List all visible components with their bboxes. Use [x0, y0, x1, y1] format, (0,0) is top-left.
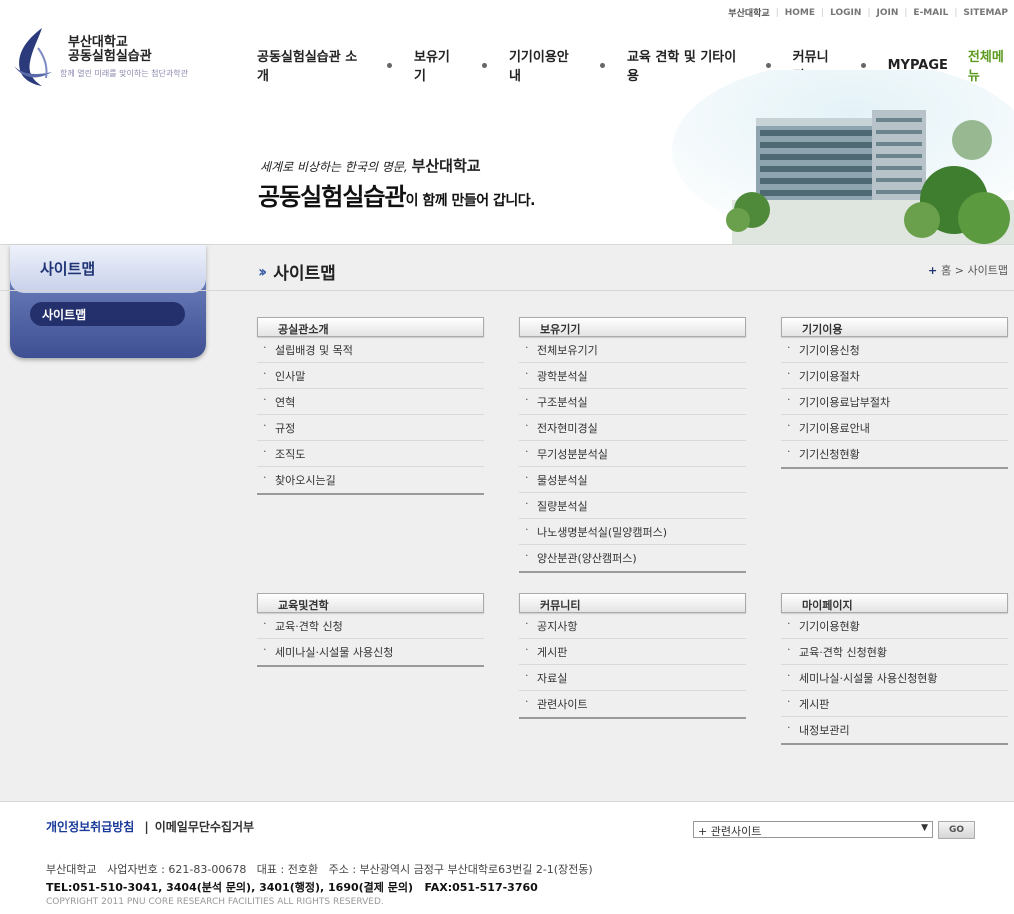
gnb-bullet [482, 62, 487, 68]
sitemap-link[interactable]: 인사말 [257, 363, 484, 389]
sitemap-link[interactable]: 기기이용절차 [781, 363, 1008, 389]
related-sites-select[interactable]: + 관련사이트 ▼ [693, 821, 933, 838]
sitemap-group-title[interactable]: 보유기기 [519, 317, 746, 337]
sitemap-group-usage: 기기이용 기기이용신청 기기이용절차 기기이용료납부절차 기기이용료안내 기기신… [781, 317, 1008, 469]
gnb-bullet [860, 62, 866, 68]
sitemap-group-title[interactable]: 커뮤니티 [519, 593, 746, 613]
sitemap-link[interactable]: 연혁 [257, 389, 484, 415]
slogan-facility: 공동실험실습관 [258, 183, 407, 211]
page-title: ›› 사이트맵 [258, 259, 336, 284]
sitemap-link[interactable]: 공지사항 [519, 613, 746, 639]
sitemap-group-equipment: 보유기기 전체보유기기 광학분석실 구조분석실 전자현미경실 무기성분분석실 물… [519, 317, 746, 573]
go-button[interactable]: GO [938, 821, 975, 839]
sitemap-link[interactable]: 기기이용료납부절차 [781, 389, 1008, 415]
footer: 개인정보취급방침 | 이메일무단수집거부 + 관련사이트 ▼ GO 부산대학교 사업… [0, 801, 1014, 914]
logo-university-name: 부산대학교 [68, 35, 128, 50]
util-join-link[interactable]: JOIN [876, 8, 898, 18]
page: 부산대학교 | HOME | LOGIN | JOIN | E-MAIL | S… [0, 0, 1014, 914]
util-university-link[interactable]: 부산대학교 [728, 6, 769, 19]
sitemap-link[interactable]: 교육·견학 신청 [257, 613, 484, 639]
sitemap-link[interactable]: 무기성분분석실 [519, 441, 746, 467]
breadcrumb: + 홈 > 사이트맵 [928, 262, 1008, 278]
slogan-small-text: 세계로 비상하는 한국의 명문, [260, 160, 412, 174]
sitemap-link[interactable]: 기기신청현황 [781, 441, 1008, 467]
util-separator: | [867, 7, 871, 18]
gnb-bullet [765, 62, 771, 68]
gnb-bullet [387, 62, 392, 68]
sitemap-link[interactable]: 게시판 [519, 639, 746, 665]
gnb-bullet [600, 62, 605, 68]
util-login-link[interactable]: LOGIN [830, 8, 861, 18]
sitemap-group-community: 커뮤니티 공지사항 게시판 자료실 관련사이트 [519, 593, 746, 719]
sitemap-link[interactable]: 세미나실·시설물 사용신청 [257, 639, 484, 665]
content-area: 사이트맵 사이트맵 ›› 사이트맵 +홈 > 사이트맵 공실관소개 설립배경 및… [0, 244, 1014, 801]
sitemap-link[interactable]: 조직도 [257, 441, 484, 467]
sitemap-group-title[interactable]: 마이페이지 [781, 593, 1008, 613]
plus-icon: + [927, 264, 938, 277]
footer-tel: TEL:051-510-3041, 3404(분석 문의), 3401(행정),… [46, 881, 538, 894]
sitemap-link[interactable]: 찾아오시는길 [257, 467, 484, 493]
logo-facility-name: 공동실험실습관 [68, 49, 152, 64]
sitemap-group-title[interactable]: 교육및견학 [257, 593, 484, 613]
sitemap-link[interactable]: 전자현미경실 [519, 415, 746, 441]
sitemap-link[interactable]: 질량분석실 [519, 493, 746, 519]
sitemap-link[interactable]: 기기이용료안내 [781, 415, 1008, 441]
slogan-university: 부산대학교 [411, 157, 481, 175]
sitemap-group-title[interactable]: 기기이용 [781, 317, 1008, 337]
util-separator: | [904, 7, 908, 18]
page-title-text: 사이트맵 [273, 264, 336, 284]
sitemap-link[interactable]: 설립배경 및 목적 [257, 337, 484, 363]
sitemap-link[interactable]: 세미나실·시설물 사용신청현황 [781, 665, 1008, 691]
footer-separator: | [144, 820, 149, 834]
util-separator: | [775, 7, 779, 18]
footer-copyright: COPYRIGHT 2011 PNU CORE RESEARCH FACILIT… [46, 897, 384, 907]
sitemap-link[interactable]: 양산분관(양산캠퍼스) [519, 545, 746, 571]
dropdown-arrow-icon: ▼ [921, 823, 928, 833]
util-email-link[interactable]: E-MAIL [913, 8, 948, 18]
main-visual: 세계로 비상하는 한국의 명문, 부산대학교 공동실험실습관이 함께 만들어 갑… [0, 70, 1014, 244]
sitemap-link[interactable]: 전체보유기기 [519, 337, 746, 363]
sitemap-link[interactable]: 구조분석실 [519, 389, 746, 415]
side-menu-item-sitemap[interactable]: 사이트맵 [30, 302, 185, 326]
util-separator: | [821, 7, 825, 18]
sitemap-link[interactable]: 교육·견학 신청현황 [781, 639, 1008, 665]
side-menu-title: 사이트맵 [10, 245, 206, 293]
slogan-tail: 이 함께 만들어 갑니다. [405, 193, 536, 209]
sitemap-link[interactable]: 관련사이트 [519, 691, 746, 717]
email-refuse-link[interactable]: 이메일무단수집거부 [155, 820, 254, 834]
sitemap-link[interactable]: 광학분석실 [519, 363, 746, 389]
util-separator: | [954, 7, 958, 18]
sitemap-link[interactable]: 기기이용신청 [781, 337, 1008, 363]
related-sites-selected: + 관련사이트 [698, 825, 762, 838]
sitemap-link[interactable]: 규정 [257, 415, 484, 441]
sitemap-link[interactable]: 내정보관리 [781, 717, 1008, 743]
slogan-small: 세계로 비상하는 한국의 명문, 부산대학교 [260, 155, 481, 176]
sitemap-link[interactable]: 게시판 [781, 691, 1008, 717]
sitemap-group-mypage: 마이페이지 기기이용현황 교육·견학 신청현황 세미나실·시설물 사용신청현황 … [781, 593, 1008, 745]
breadcrumb-home[interactable]: 홈 [941, 264, 951, 277]
footer-address: 부산대학교 사업자번호 : 621-83-00678 대표 : 전호환 주소 :… [46, 863, 593, 876]
footer-links: 개인정보취급방침 | 이메일무단수집거부 [46, 818, 254, 835]
title-divider [0, 290, 1014, 291]
sitemap-link[interactable]: 물성분석실 [519, 467, 746, 493]
breadcrumb-separator: > [954, 264, 965, 277]
building-illustration [672, 70, 1014, 244]
sitemap-link[interactable]: 자료실 [519, 665, 746, 691]
breadcrumb-current: 사이트맵 [967, 264, 1008, 277]
side-menu: 사이트맵 사이트맵 [10, 245, 206, 358]
sitemap-link[interactable]: 기기이용현황 [781, 613, 1008, 639]
utility-nav: 부산대학교 | HOME | LOGIN | JOIN | E-MAIL | S… [728, 6, 1008, 20]
util-sitemap-link[interactable]: SITEMAP [963, 8, 1008, 18]
double-chevron-icon: ›› [258, 262, 267, 281]
privacy-policy-link[interactable]: 개인정보취급방침 [46, 820, 134, 834]
sitemap-link[interactable]: 나노생명분석실(밀양캠퍼스) [519, 519, 746, 545]
sitemap-group-intro: 공실관소개 설립배경 및 목적 인사말 연혁 규정 조직도 찾아오시는길 [257, 317, 484, 495]
slogan-main: 공동실험실습관이 함께 만들어 갑니다. [258, 177, 535, 212]
sitemap-group-education: 교육및견학 교육·견학 신청 세미나실·시설물 사용신청 [257, 593, 484, 667]
sitemap-group-title[interactable]: 공실관소개 [257, 317, 484, 337]
util-home-link[interactable]: HOME [785, 8, 815, 18]
